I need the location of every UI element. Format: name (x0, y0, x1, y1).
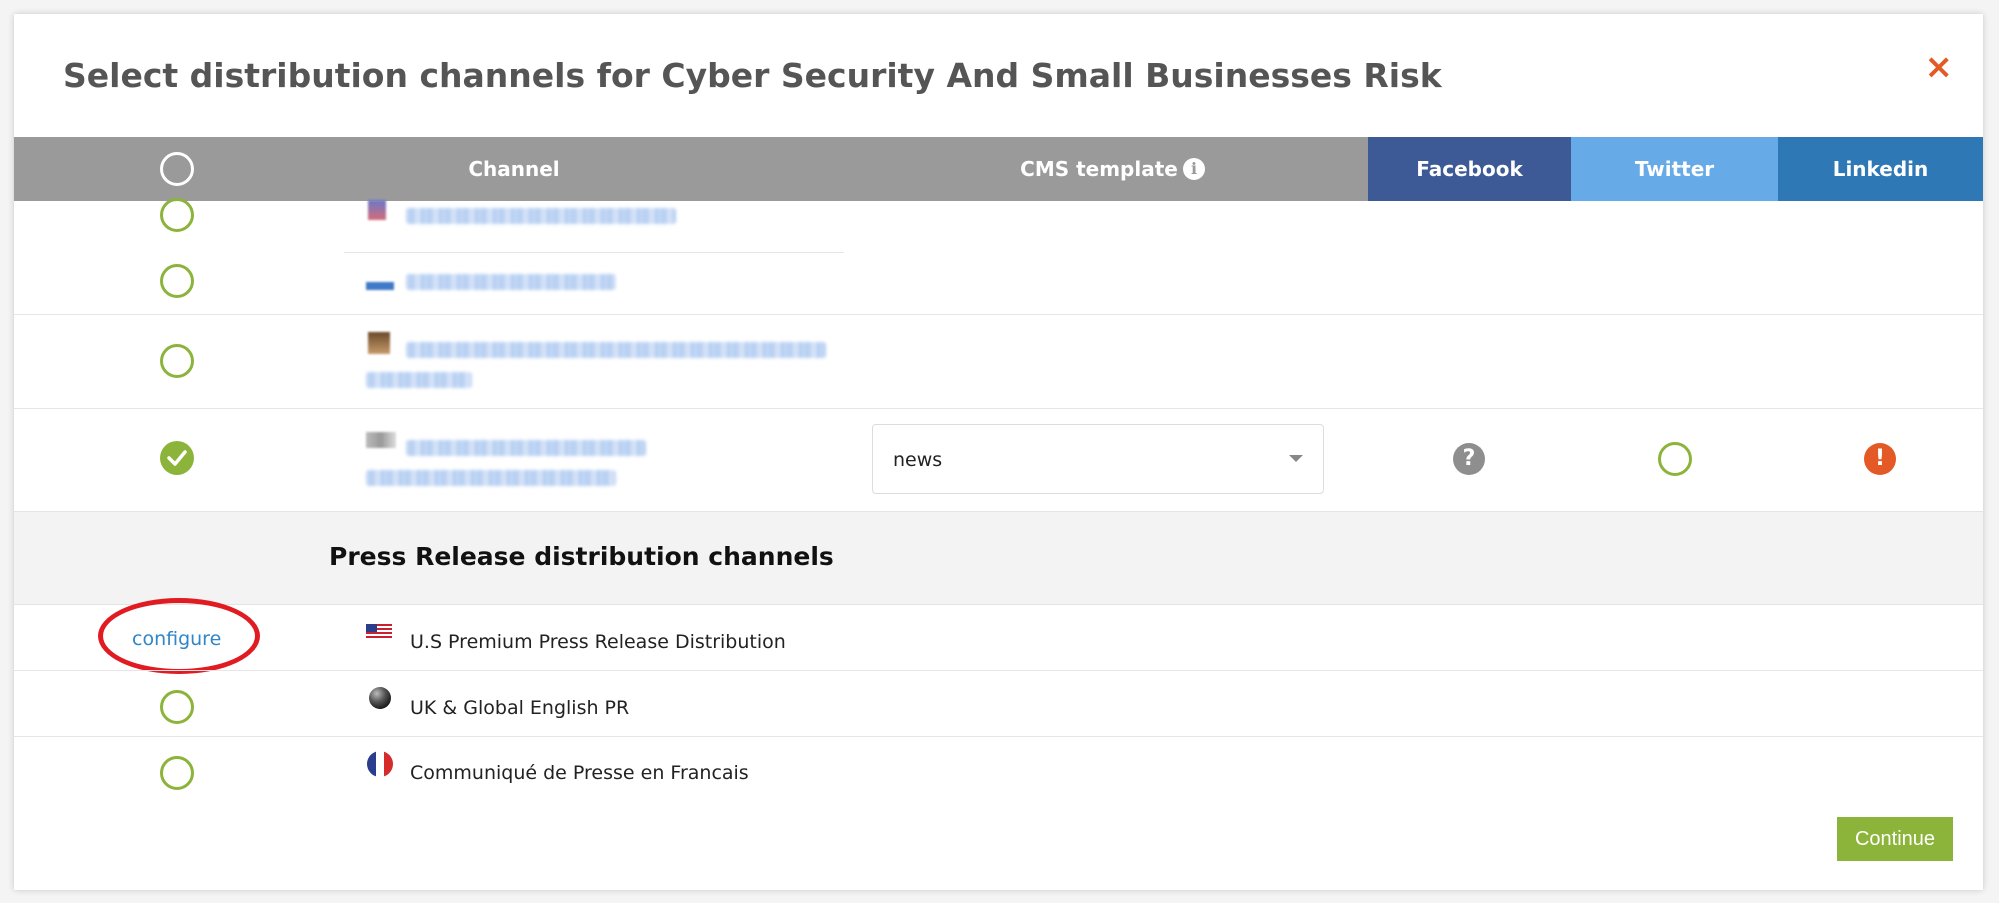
section-title: Press Release distribution channels (329, 542, 834, 571)
row-select-radio[interactable] (160, 198, 194, 232)
row-select-radio[interactable] (160, 690, 194, 724)
column-channel: Channel (468, 157, 560, 181)
cms-template-select[interactable]: news (872, 424, 1324, 494)
channel-link[interactable] (406, 274, 616, 290)
channel-link[interactable] (406, 440, 646, 456)
press-release-section-header: Press Release distribution channels (14, 511, 1983, 605)
close-icon[interactable]: × (1925, 50, 1954, 84)
channel-favicon (368, 332, 390, 354)
select-all-checkbox[interactable] (160, 152, 194, 186)
column-linkedin: Linkedin (1778, 137, 1983, 201)
channel-link[interactable] (406, 208, 676, 224)
pr-channel-name: U.S Premium Press Release Distribution (410, 631, 786, 653)
twitter-select-radio[interactable] (1658, 442, 1692, 476)
row-select-radio[interactable] (160, 756, 194, 790)
channel-link-continued (366, 372, 472, 388)
column-twitter: Twitter (1571, 137, 1778, 201)
continue-button[interactable]: Continue (1837, 817, 1953, 861)
distribution-modal: Select distribution channels for Cyber S… (14, 14, 1983, 890)
question-icon[interactable]: ? (1453, 443, 1485, 475)
cms-template-label: CMS template (1020, 157, 1178, 181)
check-icon (167, 450, 187, 466)
channel-link[interactable] (406, 342, 826, 358)
channel-favicon (366, 282, 394, 290)
column-cms-template: CMS template (874, 137, 1324, 201)
cms-template-value: news (893, 449, 943, 471)
alert-icon[interactable]: ! (1864, 443, 1896, 475)
table-header: Channel CMS template i Facebook Twitter … (14, 137, 1983, 201)
pr-channel-name: UK & Global English PR (410, 697, 630, 719)
row-select-radio[interactable] (160, 264, 194, 298)
column-facebook: Facebook (1368, 137, 1571, 201)
pr-channel-name: Communiqué de Presse en Francais (410, 762, 749, 784)
row-selected-checkbox[interactable] (160, 441, 194, 475)
channel-link-continued (366, 470, 616, 486)
chevron-down-icon (1289, 455, 1303, 462)
channel-favicon (366, 432, 396, 448)
us-flag-icon (366, 624, 392, 640)
modal-title: Select distribution channels for Cyber S… (63, 56, 1442, 95)
row-select-radio[interactable] (160, 344, 194, 378)
globe-icon (369, 687, 391, 709)
french-flag-icon (367, 751, 393, 777)
channel-favicon (368, 200, 386, 220)
info-icon[interactable]: i (1183, 158, 1205, 180)
highlight-annotation (98, 598, 260, 674)
